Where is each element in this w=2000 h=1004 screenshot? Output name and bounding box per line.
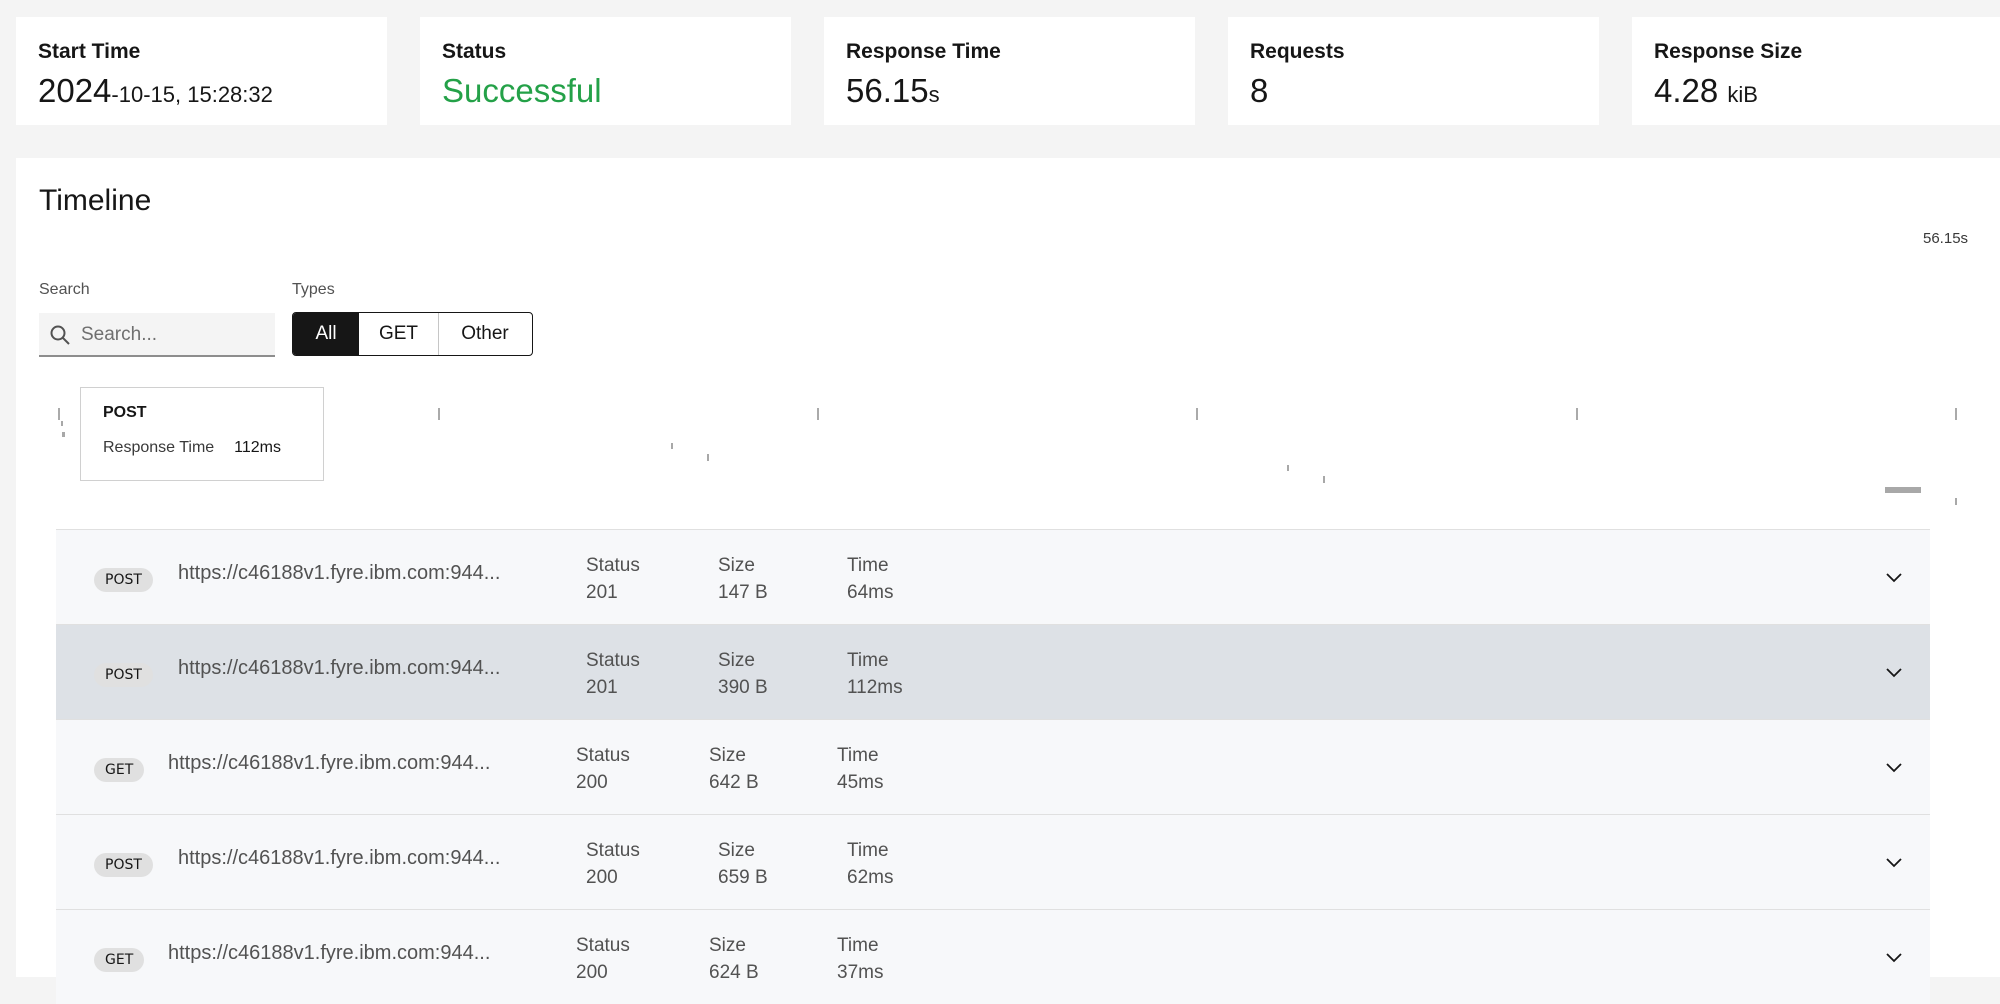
status-col-value: 201 — [586, 677, 618, 698]
tooltip-metric-label: Response Time — [103, 439, 215, 456]
size-column: Size 659 B — [718, 837, 768, 891]
size-column: Size 147 B — [718, 552, 768, 606]
request-bar[interactable] — [61, 421, 63, 426]
status-column: Status 200 — [576, 742, 630, 796]
status-column: Status 201 — [586, 552, 640, 606]
method-tag: POST — [94, 853, 153, 877]
tooltip-metric-value: 112ms — [234, 439, 282, 456]
size-col-label: Size — [709, 745, 746, 766]
timeline-end-label: 56.15s — [1923, 230, 1969, 247]
time-col-value: 64ms — [847, 582, 894, 603]
status-col-label: Status — [576, 745, 630, 766]
size-column: Size 624 B — [709, 932, 759, 986]
time-col-value: 45ms — [837, 772, 884, 793]
request-bar[interactable] — [1885, 487, 1921, 493]
time-column: Time 45ms — [837, 742, 883, 796]
status-col-label: Status — [586, 555, 640, 576]
method-tag: POST — [94, 568, 153, 592]
request-bar[interactable] — [1287, 465, 1289, 471]
request-url: https://c46188v1.fyre.ibm.com:944... — [178, 657, 501, 679]
chevron-down-icon[interactable] — [1884, 758, 1904, 778]
size-column: Size 642 B — [709, 742, 759, 796]
size-col-value: 147 B — [718, 582, 768, 603]
method-tag: GET — [94, 758, 145, 782]
request-url: https://c46188v1.fyre.ibm.com:944... — [168, 942, 491, 964]
size-col-label: Size — [718, 650, 755, 671]
request-bar[interactable] — [1955, 498, 1957, 505]
status-column: Status 200 — [576, 932, 630, 986]
time-col-label: Time — [847, 555, 889, 576]
status-col-value: 200 — [586, 867, 618, 888]
time-col-label: Time — [837, 935, 879, 956]
request-row[interactable]: GET https://c46188v1.fyre.ibm.com:944...… — [56, 909, 1930, 1004]
time-column: Time 112ms — [847, 647, 903, 701]
status-col-label: Status — [586, 650, 640, 671]
size-column: Size 390 B — [718, 647, 768, 701]
request-bar[interactable] — [62, 432, 65, 437]
request-bars — [61, 421, 1957, 505]
size-col-label: Size — [718, 555, 755, 576]
status-col-value: 200 — [576, 772, 608, 793]
status-col-value: 200 — [576, 962, 608, 983]
request-url: https://c46188v1.fyre.ibm.com:944... — [168, 752, 491, 774]
time-col-label: Time — [837, 745, 879, 766]
time-col-value: 112ms — [847, 677, 903, 698]
axis-ticks — [58, 408, 1957, 420]
time-col-value: 62ms — [847, 867, 894, 888]
status-col-label: Status — [576, 935, 630, 956]
status-col-label: Status — [586, 840, 640, 861]
time-col-label: Time — [847, 840, 889, 861]
chevron-down-icon[interactable] — [1884, 948, 1904, 968]
time-col-label: Time — [847, 650, 889, 671]
request-row[interactable]: POST https://c46188v1.fyre.ibm.com:944..… — [56, 624, 1930, 719]
size-col-label: Size — [718, 840, 755, 861]
tooltip-method: POST — [103, 404, 147, 421]
time-column: Time 62ms — [847, 837, 893, 891]
status-col-value: 201 — [586, 582, 618, 603]
request-bar[interactable] — [671, 443, 673, 449]
status-column: Status 200 — [586, 837, 640, 891]
tooltip-metric: Response Time 112ms — [103, 439, 301, 457]
time-column: Time 64ms — [847, 552, 893, 606]
size-col-value: 642 B — [709, 772, 759, 793]
size-col-label: Size — [709, 935, 746, 956]
chevron-down-icon[interactable] — [1884, 568, 1904, 588]
request-list: POST https://c46188v1.fyre.ibm.com:944..… — [56, 529, 1930, 1004]
request-bar[interactable] — [707, 454, 709, 461]
request-row[interactable]: POST https://c46188v1.fyre.ibm.com:944..… — [56, 529, 1930, 624]
size-col-value: 659 B — [718, 867, 768, 888]
method-tag: GET — [94, 948, 145, 972]
chevron-down-icon[interactable] — [1884, 853, 1904, 873]
size-col-value: 390 B — [718, 677, 768, 698]
time-column: Time 37ms — [837, 932, 883, 986]
request-bar[interactable] — [1323, 476, 1325, 483]
request-row[interactable]: GET https://c46188v1.fyre.ibm.com:944...… — [56, 719, 1930, 814]
request-url: https://c46188v1.fyre.ibm.com:944... — [178, 847, 501, 869]
status-column: Status 201 — [586, 647, 640, 701]
method-tag: POST — [94, 663, 153, 687]
timeline-tooltip: POST Response Time 112ms — [80, 387, 324, 481]
size-col-value: 624 B — [709, 962, 759, 983]
request-row[interactable]: POST https://c46188v1.fyre.ibm.com:944..… — [56, 814, 1930, 909]
chevron-down-icon[interactable] — [1884, 663, 1904, 683]
time-col-value: 37ms — [837, 962, 884, 983]
request-url: https://c46188v1.fyre.ibm.com:944... — [178, 562, 501, 584]
